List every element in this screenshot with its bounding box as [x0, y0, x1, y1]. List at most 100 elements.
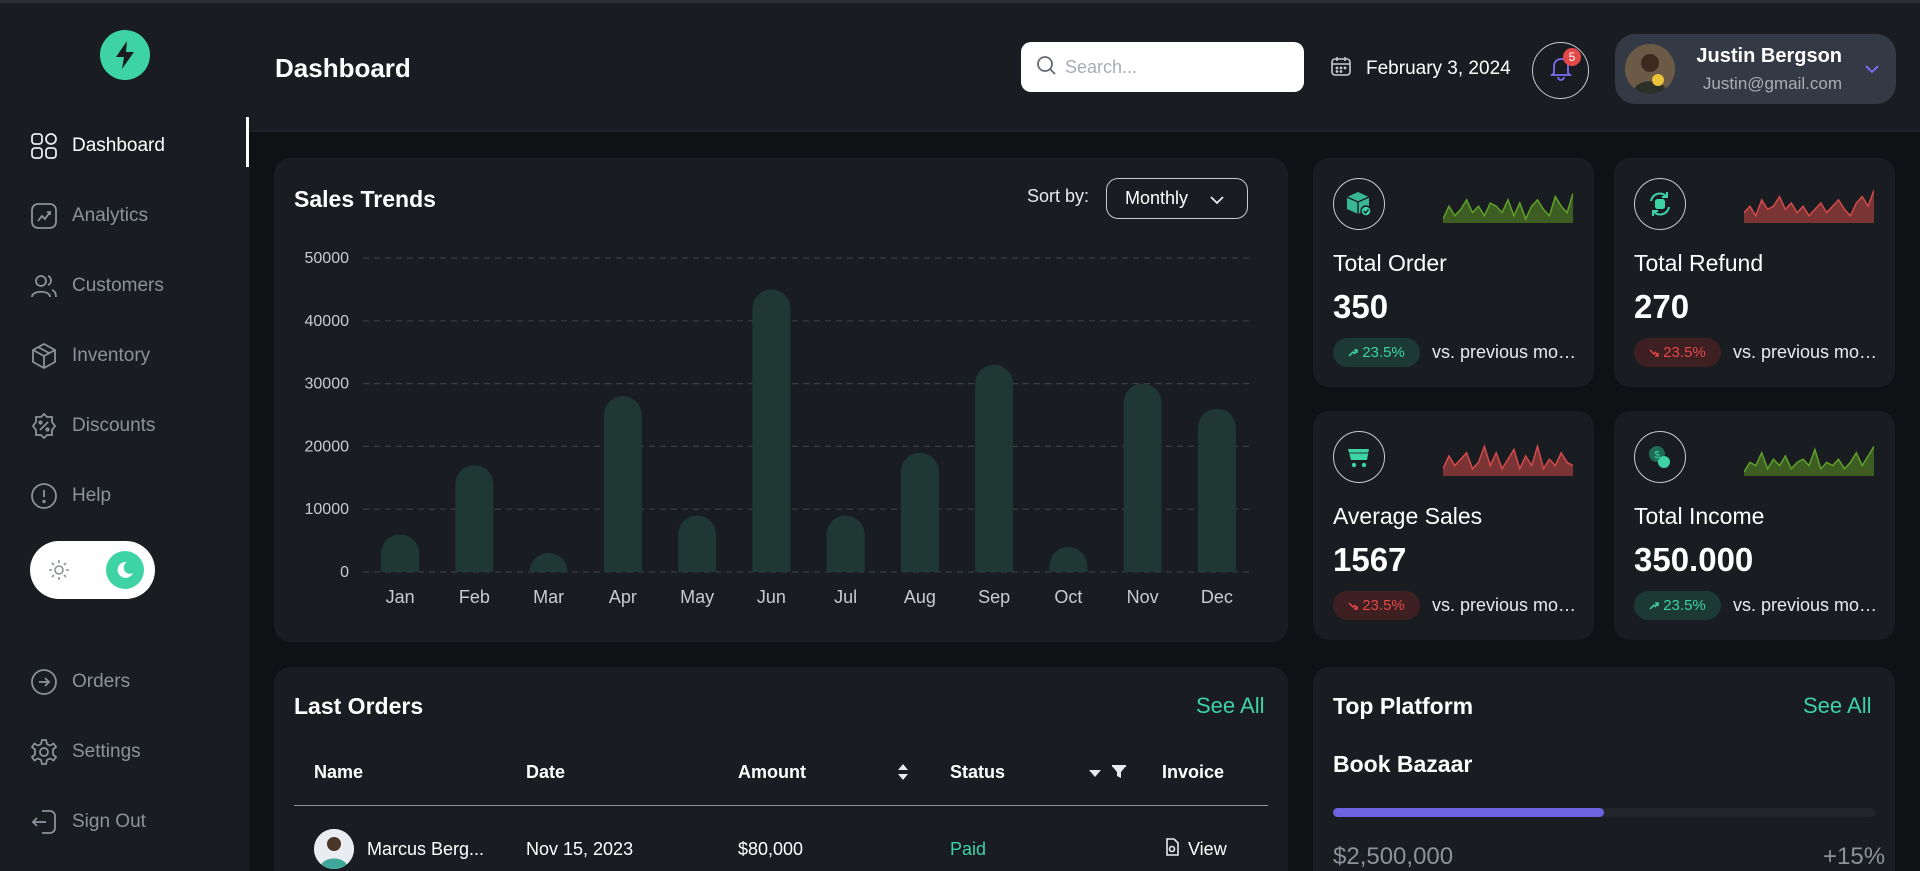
sidebar-item-inventory[interactable]: Inventory [30, 336, 249, 376]
bar-jun[interactable] [752, 289, 791, 572]
sidebar-item-dashboard[interactable]: Dashboard [30, 117, 249, 167]
stat-change-value: 23.5% [1362, 344, 1405, 361]
sidebar-item-label: Settings [72, 741, 141, 762]
last-orders-card: Last Orders See All Name Date Amount Sta… [274, 667, 1288, 871]
sidebar-item-label: Analytics [72, 205, 149, 226]
sign-out-icon [30, 808, 58, 836]
inventory-box-icon [30, 342, 58, 370]
stat-title: Total Income [1634, 503, 1765, 529]
sidebar-item-label: Sign Out [72, 811, 146, 832]
column-header-status[interactable]: Status [950, 762, 1005, 783]
sidebar-item-label: Discounts [72, 415, 156, 436]
y-tick-label: 30000 [305, 376, 350, 393]
bar-mar[interactable] [529, 553, 568, 572]
x-tick-label: Dec [1201, 587, 1233, 607]
trend-up-icon [1649, 601, 1659, 611]
lightning-bolt-logo[interactable] [100, 30, 150, 80]
y-tick-label: 10000 [305, 501, 350, 518]
stat-value: 350.000 [1634, 541, 1754, 578]
sparkline-chart [1443, 443, 1573, 476]
stat-card-average-sales: Average Sales 1567 23.5% vs. previous month [1313, 411, 1594, 640]
stat-card-total-income: $ Total Income 350.000 23.5% vs. previous mo… [1614, 411, 1895, 640]
user-email: Justin@gmail.com [1702, 74, 1842, 93]
stat-title: Average Sales [1333, 503, 1483, 529]
x-tick-label: Jan [386, 587, 415, 607]
y-tick-label: 20000 [305, 438, 350, 455]
moon-icon[interactable] [106, 551, 144, 589]
platform-change: +15% [1823, 843, 1886, 870]
sales-trends-card: Sales Trends Sort by: Monthly 50000 40000… [274, 158, 1288, 642]
sidebar-item-sign-out[interactable]: Sign Out [30, 802, 249, 842]
column-header-date[interactable]: Date [526, 762, 565, 783]
bar-nov[interactable] [1123, 383, 1162, 572]
sidebar-item-settings[interactable]: Settings [30, 732, 249, 772]
order-date: Nov 15, 2023 [526, 839, 634, 859]
filter-icon[interactable] [1111, 764, 1127, 785]
sales-bar-chart: 50000 40000 30000 20000 10000 0 Jan Feb Mar Apr Ma… [305, 250, 1254, 607]
column-header-invoice: Invoice [1162, 762, 1225, 782]
sidebar-item-analytics[interactable]: Analytics [30, 196, 249, 236]
stat-change-badge: 23.5% [1333, 591, 1420, 620]
x-tick-label: Apr [609, 587, 637, 607]
date-display: February 3, 2024 [1330, 55, 1511, 82]
stat-change-badge: 23.5% [1333, 338, 1420, 367]
trend-down-icon [1649, 348, 1659, 358]
platform-progress-fill [1333, 808, 1604, 817]
sidebar-item-discounts[interactable]: Discounts [30, 406, 249, 446]
user-name: Justin Bergson [1696, 45, 1842, 67]
analytics-chart-icon [30, 202, 58, 230]
x-tick-label: Feb [459, 587, 490, 607]
chevron-down-icon[interactable] [1862, 59, 1882, 84]
stat-title: Total Order [1333, 250, 1447, 276]
stat-change-badge: 23.5% [1634, 338, 1721, 367]
y-tick-label: 50000 [305, 250, 350, 267]
bar-jan[interactable] [381, 534, 420, 572]
x-tick-label: Oct [1054, 587, 1082, 607]
bar-sep[interactable] [975, 364, 1014, 572]
y-tick-label: 40000 [305, 313, 350, 330]
last-orders-see-all-link[interactable]: See All [1196, 693, 1265, 719]
sidebar-item-customers[interactable]: Customers [30, 266, 249, 306]
x-tick-label: Jun [757, 587, 786, 607]
sidebar-item-label: Dashboard [72, 135, 165, 156]
sidebar-item-label: Customers [72, 275, 164, 296]
x-tick-label: Aug [904, 587, 936, 607]
column-header-name[interactable]: Name [314, 762, 363, 783]
bar-oct[interactable] [1049, 546, 1088, 572]
sparkline-chart [1744, 189, 1874, 223]
sort-arrows-icon[interactable] [896, 762, 910, 787]
stat-card-total-order: Total Order 350 23.5% vs. previous month [1313, 158, 1594, 387]
sidebar-item-help[interactable]: Help [30, 476, 249, 516]
caret-down-icon[interactable] [1088, 766, 1102, 784]
theme-toggle[interactable] [30, 541, 155, 599]
sun-icon[interactable] [44, 555, 74, 585]
bar-may[interactable] [678, 515, 717, 572]
bar-aug[interactable] [900, 452, 939, 572]
stat-compare-label: vs. previous month [1432, 342, 1582, 362]
stat-card-total-refund: Total Refund 270 23.5% vs. previous month [1614, 158, 1895, 387]
stat-change-value: 23.5% [1663, 597, 1706, 614]
user-profile-menu[interactable]: Justin Bergson Justin@gmail.com [1615, 34, 1896, 104]
bar-apr[interactable] [603, 396, 642, 572]
current-date: February 3, 2024 [1366, 57, 1511, 79]
notification-badge: 5 [1563, 48, 1581, 66]
bar-jul[interactable] [826, 515, 865, 572]
sidebar-item-orders[interactable]: Orders [30, 662, 249, 702]
view-invoice-button[interactable]: View [1162, 837, 1227, 862]
x-tick-label: May [680, 587, 714, 607]
table-header-divider [294, 805, 1268, 806]
x-tick-label: Sep [978, 587, 1010, 607]
top-header: Dashboard February 3, 2024 5 Justin Berg… [249, 3, 1920, 132]
sparkline-chart [1443, 193, 1573, 223]
sidebar-item-label: Help [72, 485, 112, 506]
notification-button[interactable]: 5 [1532, 42, 1589, 99]
search-box[interactable] [1021, 42, 1304, 92]
stat-change-badge: 23.5% [1634, 591, 1721, 620]
top-platform-see-all-link[interactable]: See All [1803, 693, 1872, 719]
x-tick-label: Jul [834, 587, 857, 607]
bar-feb[interactable] [455, 465, 494, 572]
bar-dec[interactable] [1197, 408, 1236, 572]
trend-up-icon [1348, 348, 1358, 358]
search-input[interactable] [1065, 56, 1295, 78]
column-header-amount[interactable]: Amount [738, 762, 806, 783]
